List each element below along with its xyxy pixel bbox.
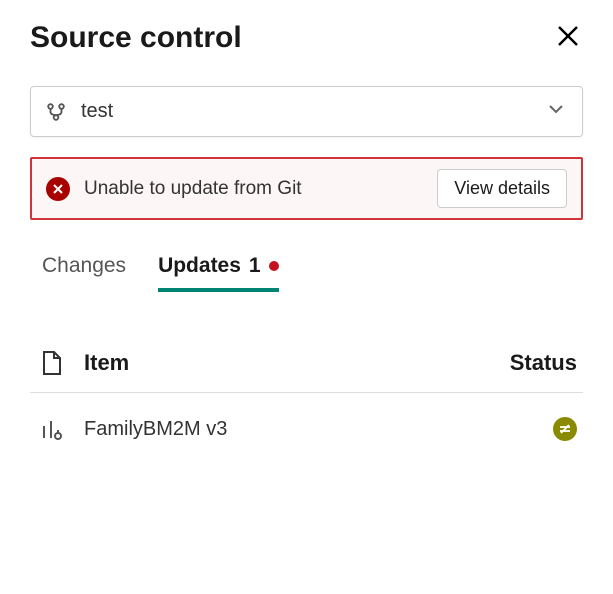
error-message: Unable to update from Git [84, 178, 423, 200]
branch-name: test [81, 100, 544, 123]
table-row[interactable]: FamilyBM2M v3 [30, 393, 583, 465]
close-icon [557, 25, 579, 47]
file-icon [36, 350, 68, 376]
page-title: Source control [30, 21, 242, 55]
table-header: Item Status [30, 342, 583, 393]
tab-updates-label: Updates [158, 254, 241, 278]
tab-bar: Changes Updates 1 [30, 248, 583, 292]
semantic-model-icon [36, 418, 68, 440]
view-details-button[interactable]: View details [437, 169, 567, 208]
panel-header: Source control [30, 20, 583, 56]
branch-icon [45, 101, 67, 123]
column-status: Status [510, 350, 577, 376]
item-name: FamilyBM2M v3 [84, 418, 537, 441]
tab-updates[interactable]: Updates 1 [158, 248, 279, 292]
tab-changes-label: Changes [42, 254, 126, 278]
tab-updates-count: 1 [249, 254, 261, 278]
chevron-down-icon [544, 97, 568, 126]
updates-indicator-dot [269, 261, 279, 271]
status-badge-conflict [553, 417, 577, 441]
error-banner: Unable to update from Git View details [30, 157, 583, 220]
branch-selector[interactable]: test [30, 86, 583, 137]
tab-changes[interactable]: Changes [42, 248, 126, 292]
error-icon [46, 177, 70, 201]
column-item: Item [84, 350, 494, 376]
close-button[interactable] [553, 20, 583, 56]
